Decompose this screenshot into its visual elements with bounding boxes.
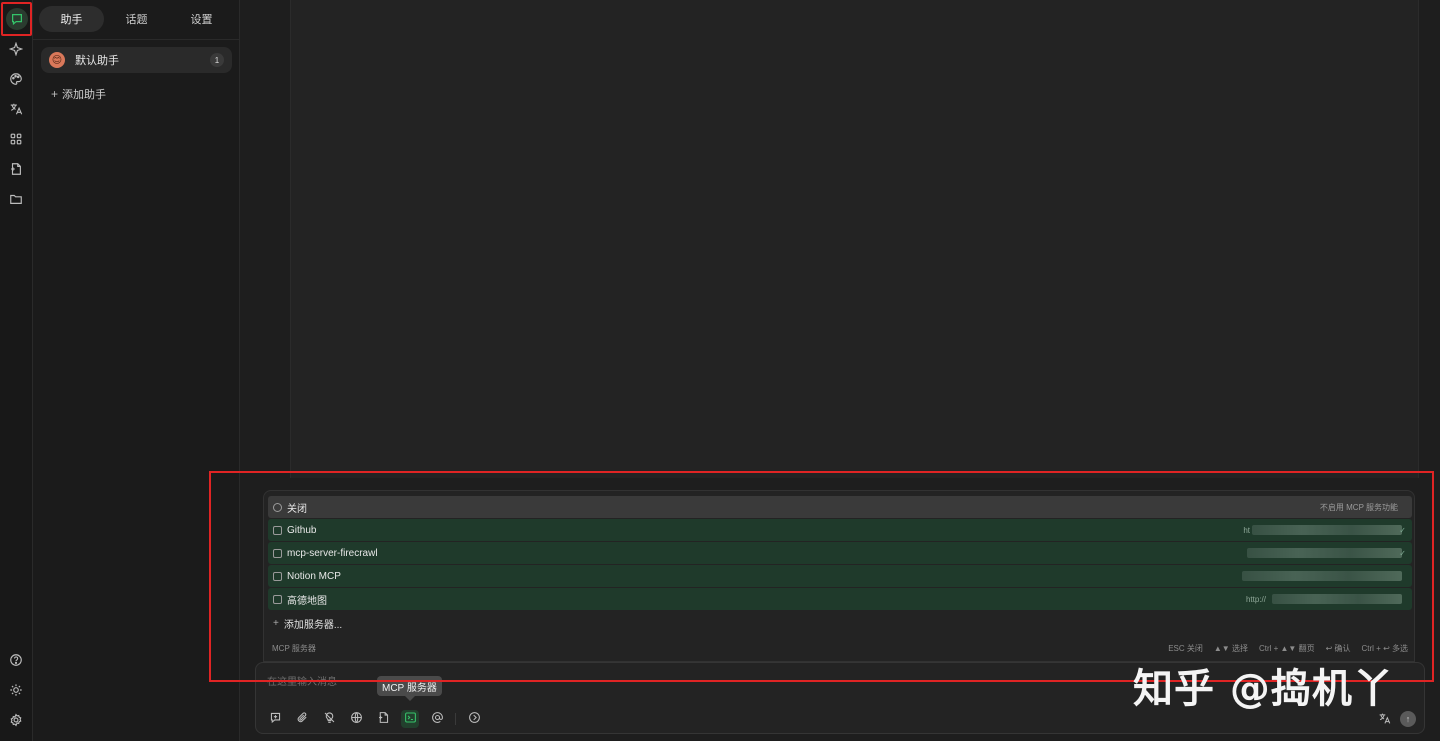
translate-icon — [9, 102, 23, 119]
plus-icon: + — [51, 87, 59, 101]
paint-nav-button[interactable] — [4, 68, 28, 92]
paperclip-icon — [296, 711, 309, 727]
file-icon — [9, 162, 23, 179]
toolbar-divider — [455, 713, 456, 725]
knowledge-button[interactable] — [374, 710, 392, 728]
arrow-circle-icon — [468, 711, 481, 727]
chat-nav-button[interactable] — [1, 2, 32, 36]
sidebar-divider — [33, 39, 240, 40]
help-button[interactable] — [4, 649, 28, 673]
assistant-item-default[interactable]: 😊 默认助手 1 — [41, 47, 232, 73]
at-icon — [431, 711, 444, 727]
translate-input-button[interactable] — [1376, 712, 1392, 728]
folder-nav-button[interactable] — [4, 188, 28, 212]
mention-model-button[interactable] — [428, 710, 446, 728]
expand-button[interactable] — [465, 710, 483, 728]
add-assistant-label: 添加助手 — [62, 89, 107, 101]
agents-nav-button[interactable] — [4, 38, 28, 62]
arrow-up-icon: ↑ — [1405, 714, 1411, 724]
globe-icon — [350, 711, 363, 727]
mcp-server-button[interactable] — [401, 710, 419, 728]
attach-button[interactable] — [293, 710, 311, 728]
translate-nav-button[interactable] — [4, 98, 28, 122]
send-button[interactable]: ↑ — [1400, 711, 1416, 727]
gear-icon — [9, 712, 23, 730]
assistant-name: 默认助手 — [75, 55, 119, 67]
new-topic-button[interactable] — [266, 710, 284, 728]
topic-count-badge: 1 — [210, 53, 224, 67]
apps-icon — [9, 132, 23, 149]
tab-settings[interactable]: 设置 — [169, 6, 234, 32]
tab-assistants[interactable]: 助手 — [39, 6, 104, 32]
sparkle-icon — [8, 40, 24, 59]
sidebar-tabs: 助手 话题 设置 — [39, 6, 234, 32]
watermark: 知乎 @捣机丫 — [1133, 666, 1394, 712]
icon-rail — [0, 0, 33, 741]
files-nav-button[interactable] — [4, 158, 28, 182]
chat-icon — [5, 8, 28, 30]
new-topic-icon — [269, 711, 282, 727]
settings-button[interactable] — [4, 709, 28, 733]
terminal-icon — [404, 711, 417, 727]
chat-messages-area — [290, 0, 1419, 478]
avatar: 😊 — [49, 52, 65, 68]
apps-nav-button[interactable] — [4, 128, 28, 152]
web-search-button[interactable] — [347, 710, 365, 728]
translate-icon — [1378, 712, 1391, 728]
sun-icon — [9, 683, 23, 700]
input-toolbar — [266, 710, 483, 728]
folder-icon — [9, 192, 23, 209]
tab-topics[interactable]: 话题 — [104, 6, 169, 32]
highlight-frame-mcp — [209, 471, 1434, 682]
help-icon — [9, 653, 23, 670]
document-icon — [377, 711, 390, 727]
bulb-off-icon — [323, 711, 336, 727]
thinking-button[interactable] — [320, 710, 338, 728]
theme-button[interactable] — [4, 679, 28, 703]
palette-icon — [9, 72, 23, 89]
add-assistant-button[interactable]: + 添加助手 — [51, 87, 106, 101]
